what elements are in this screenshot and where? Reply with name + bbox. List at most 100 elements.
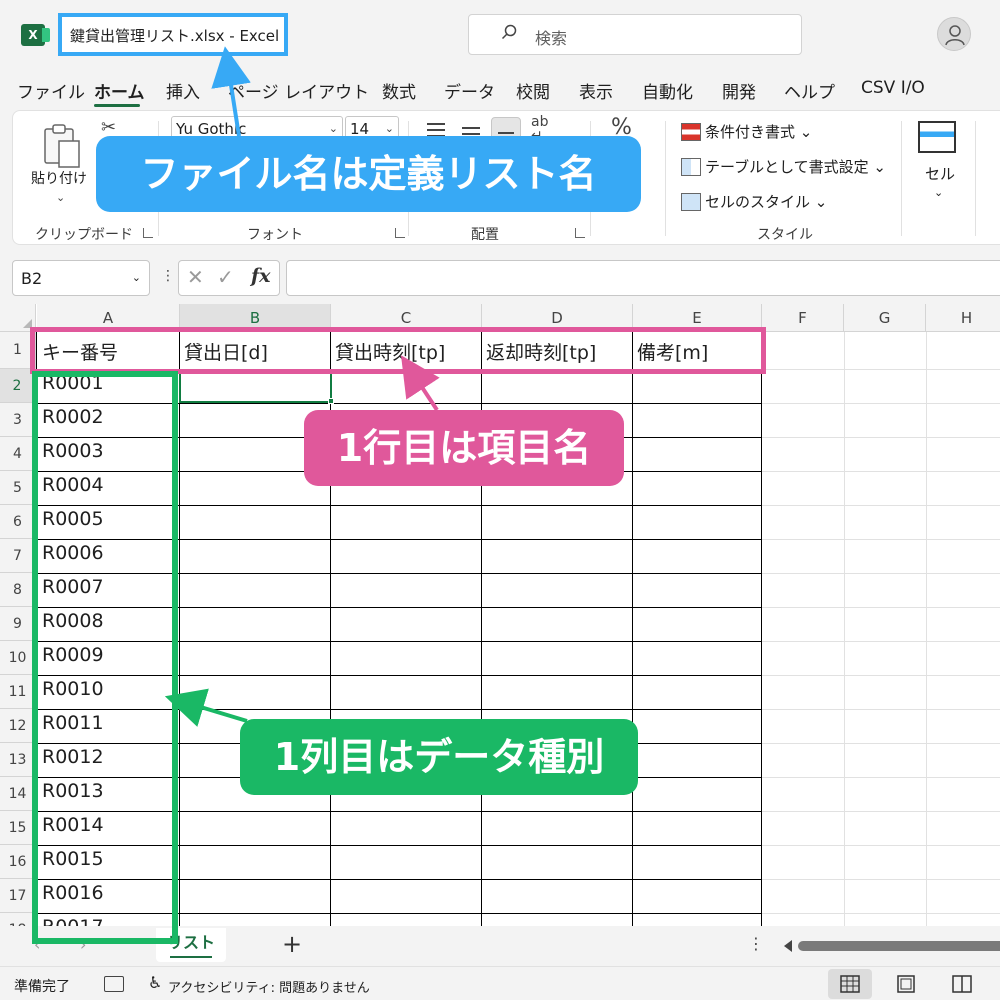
tab-file[interactable]: ファイル xyxy=(17,78,85,103)
row-header-15[interactable]: 15 xyxy=(0,811,36,845)
row-header-8[interactable]: 8 xyxy=(0,573,36,607)
gridline xyxy=(762,709,1000,710)
column-header-f[interactable]: F xyxy=(762,304,844,332)
more-options-icon[interactable]: ⋮ xyxy=(161,268,175,284)
row-header-7[interactable]: 7 xyxy=(0,539,36,573)
column-annotation: 1列目はデータ種別 xyxy=(240,719,638,795)
gridline xyxy=(762,437,1000,438)
accessibility-icon[interactable]: ♿ xyxy=(148,973,162,992)
table-border xyxy=(761,332,762,926)
format-as-table-button[interactable]: テーブルとして書式設定 ⌄ xyxy=(681,156,886,177)
gridline xyxy=(762,811,1000,812)
window-title: 鍵貸出管理リスト.xlsx - Excel xyxy=(70,27,280,45)
column-header-h[interactable]: H xyxy=(926,304,1000,332)
gridline xyxy=(926,332,927,926)
row-header-3[interactable]: 3 xyxy=(0,403,36,437)
add-sheet-button[interactable]: + xyxy=(282,930,302,958)
tab-help[interactable]: ヘルプ xyxy=(784,78,835,103)
page-break-view-button[interactable] xyxy=(940,969,984,999)
search-label: 検索 xyxy=(535,29,568,48)
tab-home[interactable]: ホーム xyxy=(94,78,145,103)
formula-input[interactable] xyxy=(286,260,1000,296)
row-header-17[interactable]: 17 xyxy=(0,879,36,913)
formula-bar: B2 ⌄ ⋮ ✕ ✓ fx xyxy=(0,256,1000,300)
status-bar: 準備完了 ♿ アクセシビリティ: 問題ありません xyxy=(0,966,1000,1000)
gridline xyxy=(844,332,845,926)
row-header-12[interactable]: 12 xyxy=(0,709,36,743)
tab-page-layout[interactable]: ページ レイアウト xyxy=(228,78,369,103)
scrollbar-thumb[interactable] xyxy=(798,941,1000,951)
fill-handle[interactable] xyxy=(328,398,334,404)
clipboard-launcher-icon[interactable] xyxy=(143,228,153,238)
row-header-10[interactable]: 10 xyxy=(0,641,36,675)
row-header-4[interactable]: 4 xyxy=(0,437,36,471)
row-header-6[interactable]: 6 xyxy=(0,505,36,539)
gridline xyxy=(762,539,1000,540)
cells-icon[interactable] xyxy=(918,121,956,153)
tab-automate[interactable]: 自動化 xyxy=(642,78,693,103)
row-header-13[interactable]: 13 xyxy=(0,743,36,777)
cell-styles-button[interactable]: セルのスタイル ⌄ xyxy=(681,191,827,212)
tab-developer[interactable]: 開発 xyxy=(722,78,756,103)
row-header-16[interactable]: 16 xyxy=(0,845,36,879)
gridline xyxy=(762,913,1000,914)
user-icon xyxy=(945,25,965,46)
group-label-clipboard: クリップボード xyxy=(35,227,133,243)
tab-review[interactable]: 校閲 xyxy=(516,78,550,103)
scroll-left-icon[interactable] xyxy=(784,940,792,952)
chevron-down-icon[interactable]: ⌄ xyxy=(934,186,943,199)
column-header-g[interactable]: G xyxy=(844,304,926,332)
account-avatar[interactable] xyxy=(937,17,971,51)
macro-recording-icon[interactable] xyxy=(104,976,124,992)
page-layout-view-icon xyxy=(897,975,915,993)
group-label-font: フォント xyxy=(247,227,303,243)
normal-view-button[interactable] xyxy=(828,969,872,999)
tab-insert[interactable]: 挿入 xyxy=(166,78,200,103)
cut-icon[interactable]: ✂ xyxy=(101,117,116,138)
formula-buttons: ✕ ✓ fx xyxy=(178,260,280,296)
header-annotation: 1行目は項目名 xyxy=(304,410,624,486)
active-cell-cursor xyxy=(179,369,332,403)
search-box[interactable]: 検索 xyxy=(468,14,802,55)
active-tab-indicator xyxy=(94,104,140,107)
gridline xyxy=(762,369,1000,370)
cell-styles-label: セルのスタイル ⌄ xyxy=(705,193,828,211)
alignment-launcher-icon[interactable] xyxy=(575,228,585,238)
more-options-icon[interactable]: ⋮ xyxy=(748,934,764,953)
gridline xyxy=(762,573,1000,574)
format-as-table-label: テーブルとして書式設定 ⌄ xyxy=(705,158,886,176)
insert-function-icon[interactable]: fx xyxy=(251,265,271,287)
row-header-9[interactable]: 9 xyxy=(0,607,36,641)
gridline xyxy=(762,845,1000,846)
gridline xyxy=(762,505,1000,506)
tab-formulas[interactable]: 数式 xyxy=(382,78,416,103)
row-header-2[interactable]: 2 xyxy=(0,369,36,403)
table-border xyxy=(632,332,633,926)
format-table-icon xyxy=(681,157,701,176)
tab-csv-io[interactable]: CSV I/O xyxy=(861,78,925,98)
accessibility-status[interactable]: アクセシビリティ: 問題ありません xyxy=(168,977,370,996)
cells-button-label[interactable]: セル xyxy=(925,163,955,184)
search-icon xyxy=(501,24,517,40)
cancel-icon[interactable]: ✕ xyxy=(187,265,204,289)
name-box[interactable]: B2 ⌄ xyxy=(12,260,150,296)
row-header-5[interactable]: 5 xyxy=(0,471,36,505)
tab-view[interactable]: 表示 xyxy=(579,78,613,103)
enter-check-icon[interactable]: ✓ xyxy=(217,265,234,289)
row-header-11[interactable]: 11 xyxy=(0,675,36,709)
paste-button[interactable]: 貼り付け xyxy=(31,168,87,188)
paste-options-chevron-icon[interactable]: ⌄ xyxy=(56,191,65,204)
row-header-14[interactable]: 14 xyxy=(0,777,36,811)
horizontal-scrollbar[interactable] xyxy=(776,938,1000,954)
conditional-formatting-button[interactable]: 条件付き書式 ⌄ xyxy=(681,121,812,142)
row-header-18[interactable]: 18 xyxy=(0,913,36,926)
page-layout-view-button[interactable] xyxy=(884,969,928,999)
conditional-format-icon xyxy=(681,122,701,141)
filename-annotation: ファイル名は定義リスト名 xyxy=(96,136,641,212)
key-column-highlight xyxy=(32,371,178,944)
gridline xyxy=(762,641,1000,642)
status-ready: 準備完了 xyxy=(14,979,70,995)
table-border xyxy=(179,332,180,926)
font-launcher-icon[interactable] xyxy=(395,228,405,238)
tab-data[interactable]: データ xyxy=(444,78,495,103)
